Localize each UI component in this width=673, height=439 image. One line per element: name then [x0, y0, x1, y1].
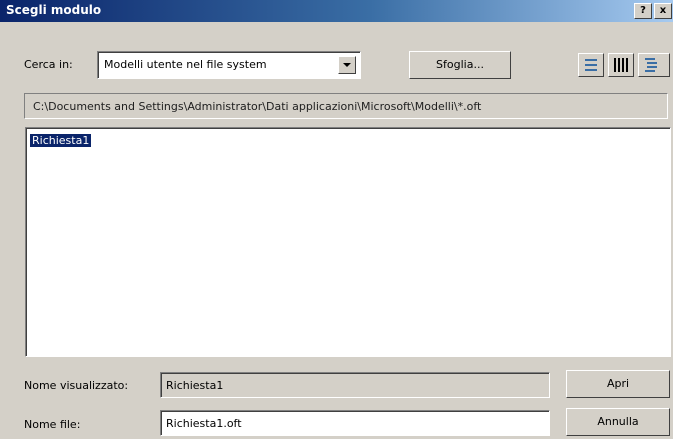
- file-list[interactable]: Richiesta1: [25, 127, 671, 357]
- close-button[interactable]: x: [654, 3, 672, 19]
- title-bar: Scegli modulo ? x: [0, 0, 673, 22]
- path-value: C:\Documents and Settings\Administrator\…: [33, 100, 482, 113]
- chevron-down-icon[interactable]: [338, 56, 356, 74]
- path-field: C:\Documents and Settings\Administrator\…: [24, 93, 668, 119]
- open-button[interactable]: Apri: [566, 370, 670, 398]
- file-name-field[interactable]: Richiesta1.oft: [160, 410, 550, 436]
- display-name-field: Richiesta1: [160, 372, 550, 398]
- lookin-label: Cerca in:: [24, 58, 73, 71]
- cancel-button[interactable]: Annulla: [566, 408, 670, 436]
- list-view-button[interactable]: [608, 53, 634, 77]
- details-view-icon: [645, 58, 657, 72]
- display-name-value: Richiesta1: [166, 379, 224, 392]
- file-name-value: Richiesta1.oft: [166, 417, 242, 430]
- display-name-label: Nome visualizzato:: [24, 379, 129, 392]
- large-icons-view-icon: [585, 59, 597, 71]
- browse-button-label: Sfoglia...: [436, 58, 484, 71]
- browse-button[interactable]: Sfoglia...: [409, 51, 511, 79]
- file-name-label: Nome file:: [24, 418, 81, 431]
- cancel-button-label: Annulla: [597, 415, 639, 428]
- window-title: Scegli modulo: [6, 3, 102, 17]
- list-view-icon: [614, 58, 628, 72]
- lookin-value: Modelli utente nel file system: [104, 58, 267, 71]
- list-item[interactable]: Richiesta1: [30, 134, 92, 147]
- large-icons-view-button[interactable]: [578, 53, 604, 77]
- open-button-label: Apri: [606, 377, 630, 390]
- lookin-combobox[interactable]: Modelli utente nel file system: [97, 51, 361, 79]
- help-button[interactable]: ?: [634, 3, 652, 19]
- details-view-button[interactable]: [638, 53, 670, 77]
